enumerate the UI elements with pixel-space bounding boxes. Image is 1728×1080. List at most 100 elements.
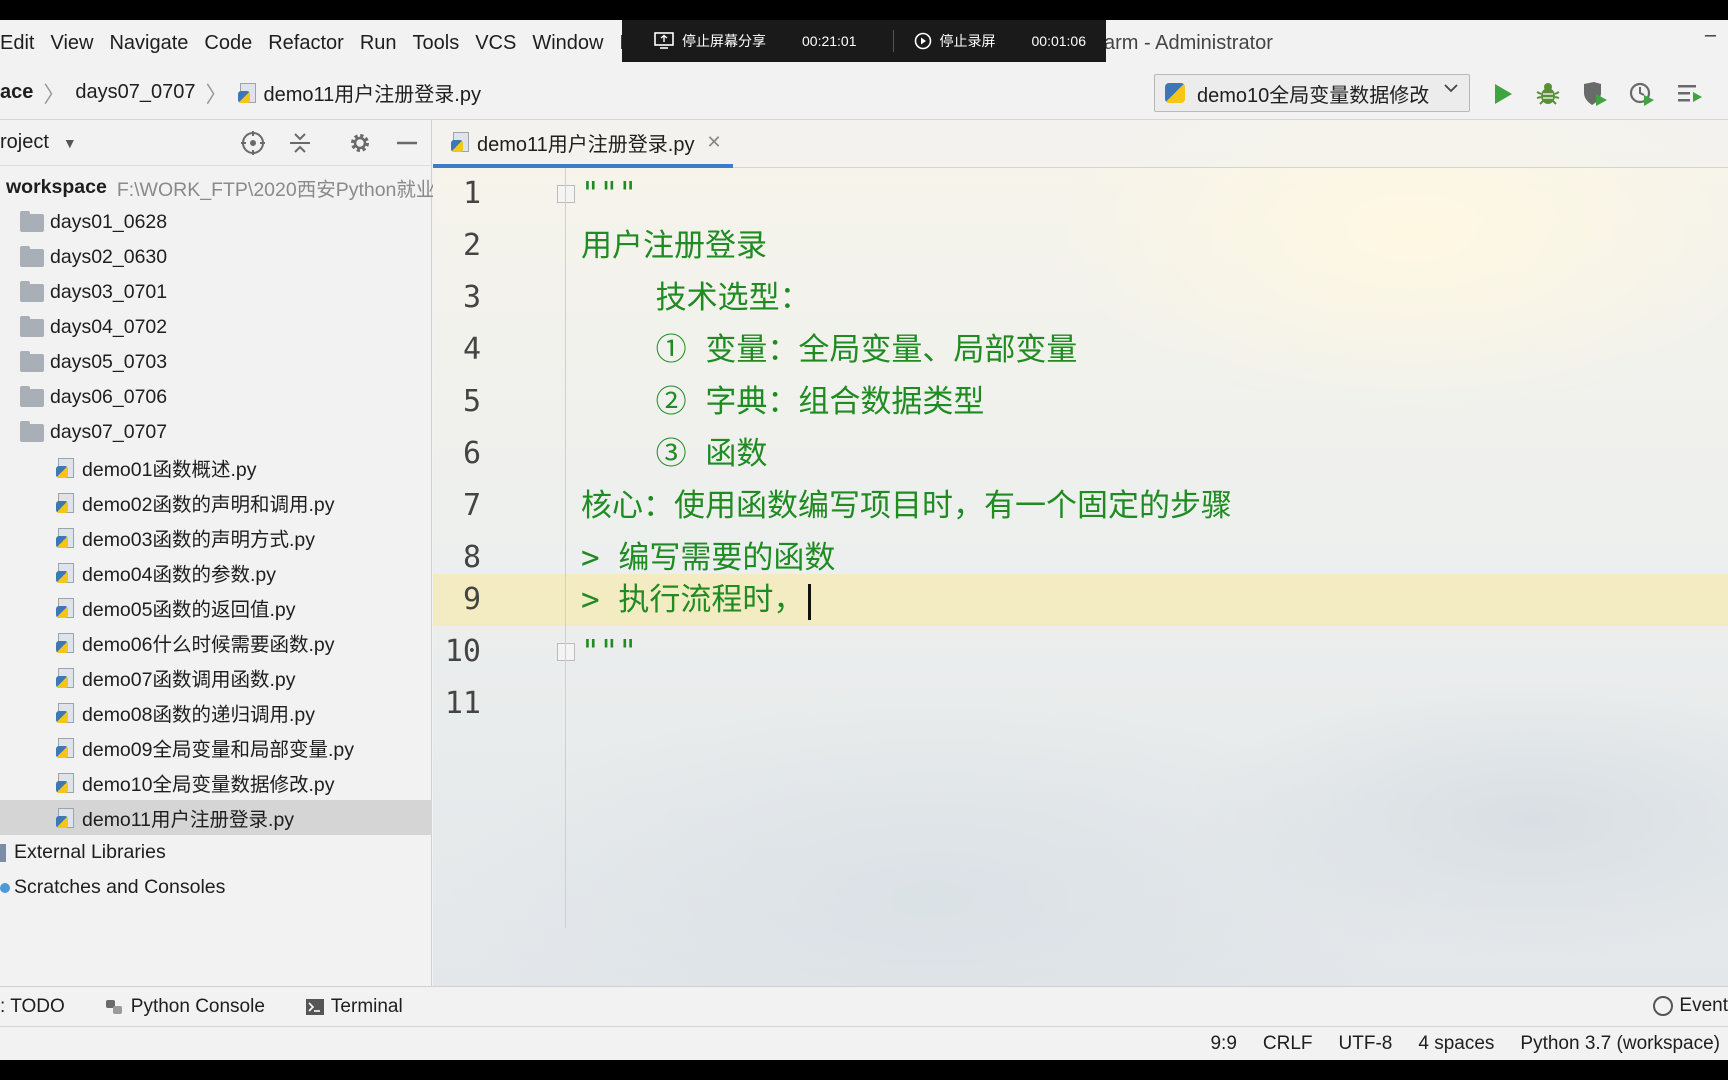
menu-refactor[interactable]: Refactor [260,32,352,55]
stop-record-button[interactable]: 停止录屏 00:01:06 [894,31,1086,51]
indent-setting[interactable]: 4 spaces [1418,1033,1494,1055]
project-header: roject ▼ [0,120,431,166]
menu-view[interactable]: View [42,32,101,55]
screen-border-top [0,0,1728,20]
tree-file[interactable]: demo09全局变量和局部变量.py [0,730,432,765]
file-label: demo01函数概述.py [82,459,257,481]
terminal-tab[interactable]: Terminal [305,996,403,1018]
tree-file[interactable]: demo05函数的返回值.py [0,590,432,625]
line-number: 10 [444,634,481,669]
python-console-tab[interactable]: Python Console [105,996,265,1018]
external-libraries-label: External Libraries [14,841,166,863]
tree-folder[interactable]: days02_0630 [0,240,432,275]
todo-tab[interactable]: : TODO [0,996,65,1018]
event-log-icon [1653,996,1674,1016]
profile-button[interactable] [1628,80,1656,108]
gear-icon[interactable] [347,130,373,156]
debug-button[interactable] [1534,80,1562,108]
minimize-icon[interactable]: – [1705,20,1716,60]
menu-run[interactable]: Run [352,32,405,55]
menu-edit[interactable]: Edit [0,32,42,55]
project-tool-window: roject ▼ workspace F:\WORK_FTP\2020西安Pyt… [0,120,435,1002]
code-line: 核心：使用函数编写项目时，有一个固定的步骤 [581,488,1232,524]
tree-file[interactable]: demo07函数调用函数.py [0,660,432,695]
line-number: 9 [462,582,481,617]
stop-share-button[interactable]: 停止屏幕分享 00:21:01 [622,31,857,51]
breadcrumb: ace 〉 days07_0707 〉 demo11用户注册登录.py [0,77,481,109]
breadcrumb-chevron-icon: 〉 [43,81,66,107]
tree-file-selected[interactable]: demo11用户注册登录.py [0,800,432,835]
tree-external-libraries[interactable]: External Libraries [0,835,432,870]
run-button[interactable] [1489,80,1517,108]
breadcrumb-file[interactable]: demo11用户注册登录.py [264,78,481,107]
tree-file[interactable]: demo01函数概述.py [0,450,432,485]
screen-border-bottom [0,1060,1728,1080]
menu-window[interactable]: Window [524,32,611,55]
python-config-icon [1165,83,1185,103]
tree-file[interactable]: demo02函数的声明和调用.py [0,485,432,520]
tree-folder[interactable]: days03_0701 [0,275,432,310]
python-file-icon [451,132,471,152]
tree-file[interactable]: demo08函数的递归调用.py [0,695,432,730]
folder-icon [20,385,44,407]
menu-vcs[interactable]: VCS [467,32,524,55]
breadcrumb-folder[interactable]: days07_0707 [75,81,195,104]
screen-share-toolbar: 停止屏幕分享 00:21:01 停止录屏 00:01:06 [622,20,1106,62]
editor-tabs: demo11用户注册登录.py ✕ [433,120,1728,168]
scratches-label: Scratches and Consoles [14,876,226,898]
chevron-down-icon[interactable]: ▼ [63,135,77,151]
text-caret [808,583,812,620]
run-configuration-name: demo10全局变量数据修改 [1197,84,1430,107]
breadcrumb-root[interactable]: ace [0,81,33,104]
tab-demo11[interactable]: demo11用户注册登录.py ✕ [433,120,733,168]
fold-marker-icon[interactable] [557,643,575,661]
close-icon[interactable]: ✕ [706,132,721,153]
coverage-button[interactable] [1581,80,1609,108]
python-file-icon [56,632,76,653]
run-configuration-select[interactable]: demo10全局变量数据修改 [1154,74,1470,112]
line-number: 3 [462,280,481,315]
line-number: 7 [462,488,481,523]
menu-navigate[interactable]: Navigate [101,32,196,55]
python-file-icon [56,702,76,723]
tree-file[interactable]: demo03函数的声明方式.py [0,520,432,555]
collapse-all-icon[interactable] [287,130,313,156]
code-area[interactable]: 1 2 3 4 5 6 7 8 9 10 11 """ 用户注册登录 技术选型：… [433,168,1728,986]
window-title: arm - Administrator [1104,32,1273,54]
line-separator[interactable]: CRLF [1263,1033,1313,1055]
menu-code[interactable]: Code [196,32,260,55]
folder-label: days06_0706 [50,386,168,408]
folder-label: days05_0703 [50,351,168,373]
event-log-tab[interactable]: Event [1653,995,1728,1017]
fold-marker-icon[interactable] [557,185,575,203]
file-label: demo06什么时候需要函数.py [82,634,335,656]
locate-icon[interactable] [240,130,266,156]
file-label: demo11用户注册登录.py [82,809,295,831]
tree-folder[interactable]: days06_0706 [0,380,432,415]
menu-tools[interactable]: Tools [405,32,468,55]
tree-file[interactable]: demo06什么时候需要函数.py [0,625,432,660]
run-more-button[interactable] [1676,80,1704,108]
shield-run-icon [1584,82,1607,106]
tree-folder[interactable]: days01_0628 [0,205,432,240]
file-encoding[interactable]: UTF-8 [1339,1033,1393,1055]
caret-position[interactable]: 9:9 [1210,1033,1236,1055]
python-interpreter[interactable]: Python 3.7 (workspace) [1520,1033,1720,1055]
tree-scratches[interactable]: Scratches and Consoles [0,870,432,905]
code-line: ② 字典：组合数据类型 [581,384,985,420]
project-title[interactable]: roject [0,131,49,154]
tree-folder[interactable]: days04_0702 [0,310,432,345]
file-label: demo09全局变量和局部变量.py [82,739,354,761]
root-path: F:\WORK_FTP\2020西安Python就业 [116,179,436,201]
hide-panel-icon[interactable] [394,130,420,156]
share-timer: 00:21:01 [802,33,857,49]
tree-file[interactable]: demo10全局变量数据修改.py [0,765,432,800]
folder-icon [20,210,44,232]
folder-label: days07_0707 [50,421,168,443]
tree-root[interactable]: workspace F:\WORK_FTP\2020西安Python就业 [0,170,435,205]
python-console-label: Python Console [130,995,265,1017]
tree-file[interactable]: demo04函数的参数.py [0,555,432,590]
tree-folder[interactable]: days05_0703 [0,345,432,380]
tree-folder[interactable]: days07_0707 [0,415,432,450]
python-file-icon [56,562,76,583]
